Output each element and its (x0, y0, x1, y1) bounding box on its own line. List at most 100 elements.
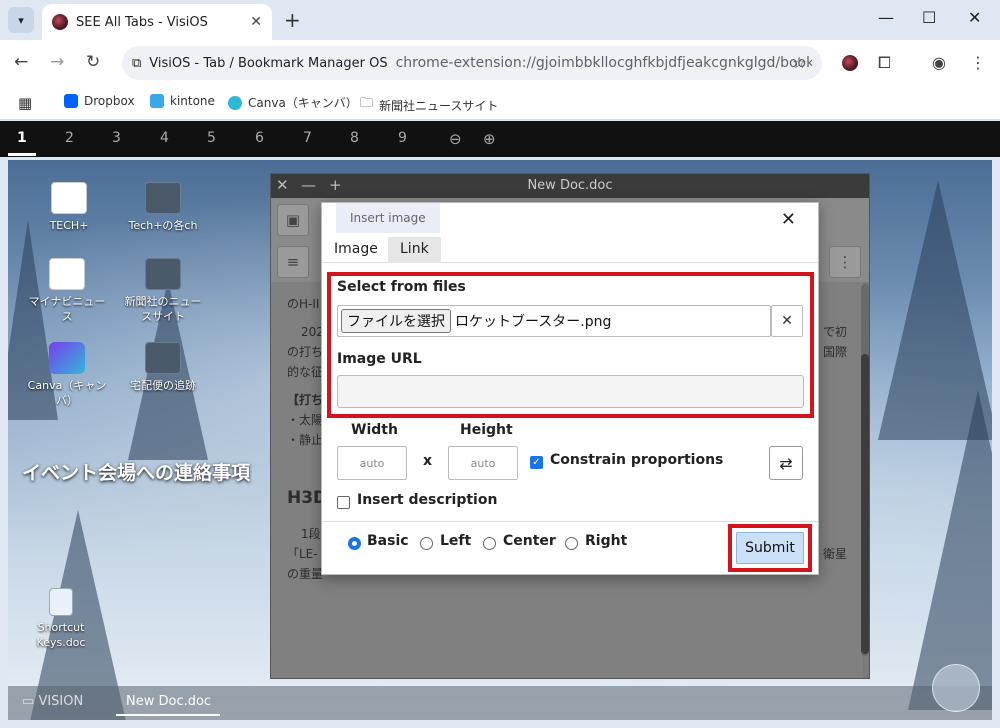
document-title: New Doc.doc (527, 178, 613, 193)
insert-image-dialog: Insert image ✕ Image Link Select from fi… (321, 202, 819, 575)
omnibox-url: chrome-extension://gjoimbbkllocghfkbjdfj… (395, 55, 812, 71)
mynavi-icon (49, 258, 85, 290)
highlight-box-submit (728, 524, 812, 572)
width-label: Width (351, 422, 398, 438)
address-bar[interactable]: ⧉ VisiOS - Tab / Bookmark Manager OS chr… (122, 46, 822, 80)
folder-icon (145, 182, 181, 214)
insert-description-checkbox[interactable] (337, 496, 350, 509)
canva-icon (49, 342, 85, 374)
desktop-icon-canva[interactable]: Canva（キャンバ） (24, 342, 110, 408)
align-center-radio[interactable] (483, 537, 496, 550)
swap-dimensions-icon[interactable]: ⇄ (769, 446, 803, 480)
extension-icon: ⧉ (132, 55, 142, 71)
align-basic-radio[interactable] (348, 537, 361, 550)
tree-shape (908, 390, 992, 710)
workspace-bar: 1 2 3 4 5 6 7 8 9 ⊖ ⊕ (0, 121, 1000, 157)
extensions-puzzle-icon[interactable]: ⧠ (878, 53, 891, 73)
add-workspace-icon[interactable]: ⊕ (483, 130, 496, 148)
highlight-box-source (327, 272, 814, 418)
window-icon: ▭ (22, 694, 35, 709)
dimension-separator: x (423, 453, 433, 469)
visios-favicon-icon (52, 14, 68, 30)
tab-title: SEE All Tabs - VisiOS (76, 14, 208, 30)
desktop-icon-tracking[interactable]: 宅配便の追跡 (118, 342, 208, 393)
workspace-7[interactable]: 7 (303, 130, 312, 146)
browser-titlebar: ▾ SEE All Tabs - VisiOS ✕ + — ☐ ✕ (0, 0, 1000, 40)
width-input[interactable]: auto (337, 446, 407, 480)
desktop-icon-techplus[interactable]: TECH+ (24, 182, 114, 233)
align-basic-label: Basic (367, 533, 409, 549)
workspace-6[interactable]: 6 (255, 130, 264, 146)
active-workspace-indicator (8, 153, 36, 156)
maximize-window-icon[interactable]: ☐ (922, 8, 936, 27)
document-scrollbar-thumb[interactable] (861, 354, 869, 654)
workspace-3[interactable]: 3 (112, 130, 121, 146)
folder-icon (145, 258, 181, 290)
close-dialog-icon[interactable]: ✕ (781, 209, 796, 230)
dropbox-icon (64, 94, 78, 108)
reload-icon[interactable]: ↻ (86, 52, 100, 72)
align-right-label: Right (585, 533, 628, 549)
taskbar-new-doc[interactable]: New Doc.doc (126, 694, 211, 709)
tab-image[interactable]: Image (322, 237, 390, 263)
start-orb-button[interactable] (932, 664, 980, 712)
constrain-proportions-label: Constrain proportions (550, 452, 724, 468)
document-titlebar: ✕ — + New Doc.doc (271, 174, 869, 198)
constrain-proportions-checkbox[interactable]: ✓ (530, 456, 543, 469)
bookmark-dropbox[interactable]: Dropbox (64, 94, 135, 108)
dialog-header: Insert image (336, 203, 440, 233)
align-left-label: Left (440, 533, 472, 549)
omnibox-site-name: VisiOS - Tab / Bookmark Manager OS (149, 55, 388, 71)
canva-icon (228, 95, 242, 110)
tab-link[interactable]: Link (388, 237, 441, 263)
bookmark-star-icon[interactable]: ☆ (792, 53, 806, 72)
kintone-icon (150, 94, 164, 108)
desktop-icon-techplus-ch[interactable]: Tech+の各ch (118, 182, 208, 233)
profile-icon[interactable]: ◉ (932, 53, 946, 72)
align-left-radio[interactable] (420, 537, 433, 550)
desktop-icon-mynavi[interactable]: マイナビニュース (24, 258, 110, 324)
workspace-4[interactable]: 4 (160, 130, 169, 146)
height-label: Height (460, 422, 513, 438)
desktop-notice-text: イベント会場への連絡事項 (22, 462, 251, 484)
menu-kebab-icon[interactable]: ⋮ (970, 53, 986, 72)
remove-workspace-icon[interactable]: ⊖ (449, 130, 462, 148)
insert-description-label: Insert description (357, 492, 498, 508)
apps-grid-icon[interactable]: ▦ (18, 94, 32, 112)
align-center-label: Center (503, 533, 556, 549)
forward-icon[interactable]: → (50, 52, 64, 72)
workspace-5[interactable]: 5 (207, 130, 216, 146)
bookmark-kintone[interactable]: kintone (150, 94, 215, 108)
new-tab-icon[interactable]: + (284, 8, 301, 32)
save-icon[interactable]: ▣ (277, 204, 309, 236)
folder-icon (145, 342, 181, 374)
dialog-divider (322, 521, 818, 522)
techplus-icon (51, 182, 87, 214)
workspace-9[interactable]: 9 (398, 130, 407, 146)
document-icon (49, 588, 73, 616)
align-right-radio[interactable] (565, 537, 578, 550)
workspace-8[interactable]: 8 (350, 130, 359, 146)
browser-tab[interactable]: SEE All Tabs - VisiOS ✕ (42, 4, 272, 40)
height-input[interactable]: auto (448, 446, 518, 480)
bookmarks-bar: ▦ Dropbox kintone Canva（キャンバ） 🗀 新聞社ニュースサ… (0, 86, 1000, 120)
active-task-indicator (116, 714, 220, 716)
minimize-window-icon[interactable]: — (878, 8, 894, 27)
workspace-1[interactable]: 1 (17, 130, 27, 146)
tab-list-dropdown-icon[interactable]: ▾ (8, 7, 34, 33)
bookmark-folder-news[interactable]: 🗀 新聞社ニュースサイト (360, 94, 498, 116)
workspace-2[interactable]: 2 (65, 130, 74, 146)
dialog-tabs: Image Link (322, 237, 818, 263)
folder-icon: 🗀 (360, 96, 374, 111)
visios-extension-icon[interactable] (842, 55, 858, 71)
paragraph-icon[interactable]: ≡ (277, 246, 309, 278)
more-options-icon[interactable]: ⋮ (829, 246, 861, 278)
close-tab-icon[interactable]: ✕ (250, 14, 262, 30)
close-window-icon[interactable]: ✕ (968, 8, 981, 27)
desktop-icon-newspaper[interactable]: 新聞社のニュースサイト (120, 258, 206, 324)
browser-toolbar: ← → ↻ ⧉ VisiOS - Tab / Bookmark Manager … (0, 40, 1000, 86)
back-icon[interactable]: ← (14, 52, 28, 72)
bookmark-canva[interactable]: Canva（キャンバ） (228, 94, 358, 111)
taskbar-vision[interactable]: ▭ VISION (22, 694, 83, 709)
desktop-icon-shortcut-keys[interactable]: Shortcut Keys.doc (16, 588, 106, 650)
